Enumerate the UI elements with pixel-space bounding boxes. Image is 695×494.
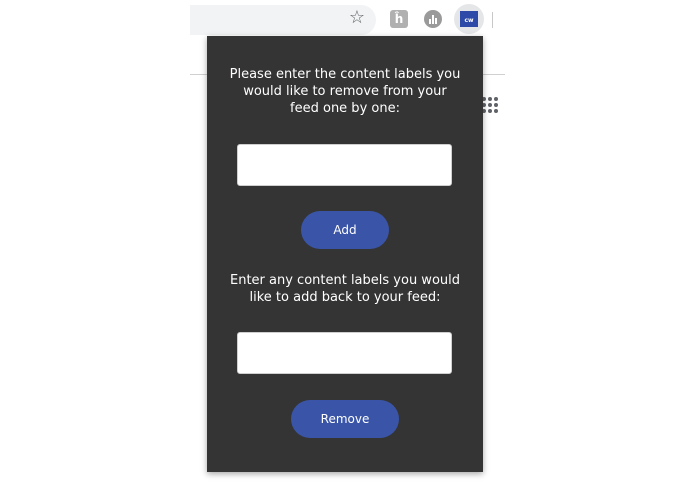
chart-extension-icon[interactable]: [424, 10, 442, 28]
browser-window: ☆ ĥ cw Please enter the content labels y…: [0, 0, 695, 494]
toolbar-divider: [492, 12, 493, 28]
remove-labels-prompt: Please enter the content labels you woul…: [229, 67, 461, 116]
h-extension-icon[interactable]: ĥ: [390, 10, 408, 28]
star-icon[interactable]: ☆: [346, 7, 368, 29]
cw-extension-button[interactable]: cw: [454, 4, 484, 34]
cw-extension-icon: cw: [460, 11, 478, 27]
remove-labels-input[interactable]: [237, 144, 452, 186]
extension-popup: Please enter the content labels you woul…: [207, 36, 483, 472]
apps-grid-icon[interactable]: [482, 97, 500, 115]
remove-button[interactable]: Remove: [291, 400, 399, 438]
add-back-labels-input[interactable]: [237, 332, 452, 374]
add-button[interactable]: Add: [301, 211, 389, 249]
add-back-labels-prompt: Enter any content labels you would like …: [229, 273, 460, 305]
browser-toolbar: ☆ ĥ cw: [190, 0, 510, 40]
